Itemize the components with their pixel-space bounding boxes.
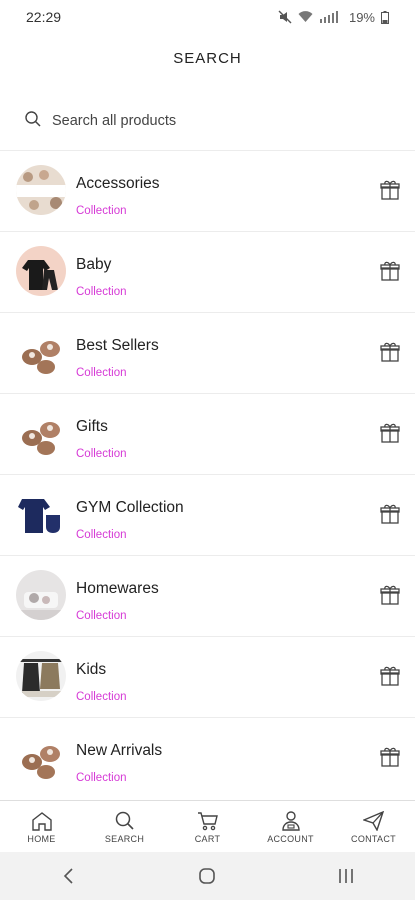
- collection-thumbnail: [16, 327, 66, 377]
- gift-icon[interactable]: [379, 584, 401, 606]
- search-bar[interactable]: [14, 104, 401, 138]
- home-icon: [31, 811, 53, 831]
- account-icon: [280, 810, 302, 831]
- back-icon[interactable]: [49, 861, 89, 891]
- collection-thumbnail: [16, 165, 66, 215]
- collection-subtitle: Collection: [76, 610, 127, 622]
- collection-thumbnail: [16, 246, 66, 296]
- nav-search[interactable]: SEARCH: [83, 801, 166, 853]
- collection-subtitle: Collection: [76, 205, 127, 217]
- collection-title: Gifts: [76, 418, 108, 435]
- system-nav-bar: [0, 852, 415, 900]
- battery-icon: [381, 10, 389, 24]
- gift-icon[interactable]: [379, 422, 401, 444]
- nav-cart-label: CART: [194, 833, 221, 844]
- nav-home-label: HOME: [27, 833, 56, 844]
- collection-subtitle: Collection: [76, 448, 127, 460]
- collection-title: Homewares: [76, 580, 159, 597]
- gift-icon[interactable]: [379, 665, 401, 687]
- page-title: SEARCH: [173, 50, 242, 67]
- status-time: 22:29: [26, 9, 62, 25]
- recent-apps-icon[interactable]: [326, 861, 366, 891]
- signal-icon: [319, 11, 343, 23]
- collection-row-baby[interactable]: Baby Collection: [0, 231, 415, 312]
- wifi-icon: [298, 11, 313, 23]
- collection-title: Baby: [76, 256, 112, 273]
- gift-icon[interactable]: [379, 746, 401, 768]
- nav-account-label: ACCOUNT: [267, 833, 314, 844]
- collection-row-gym[interactable]: GYM Collection Collection: [0, 474, 415, 555]
- mute-icon: [278, 10, 292, 24]
- collection-subtitle: Collection: [76, 367, 127, 379]
- collection-title: GYM Collection: [76, 499, 184, 516]
- gift-icon[interactable]: [379, 260, 401, 282]
- collection-thumbnail: [16, 732, 66, 782]
- send-icon: [362, 810, 385, 831]
- collection-subtitle: Collection: [76, 691, 127, 703]
- status-icons: 19%: [278, 10, 389, 25]
- gift-icon[interactable]: [379, 179, 401, 201]
- bottom-nav: HOME SEARCH CART ACCOUNT CONTACT: [0, 800, 415, 853]
- nav-contact-label: CONTACT: [351, 833, 396, 844]
- collection-row-gifts[interactable]: Gifts Collection: [0, 393, 415, 474]
- collection-title: Best Sellers: [76, 337, 159, 354]
- collection-subtitle: Collection: [76, 529, 127, 541]
- search-icon: [24, 110, 42, 133]
- collection-row-accessories[interactable]: Accessories Collection: [0, 150, 415, 231]
- collection-title: Kids: [76, 661, 107, 678]
- collection-subtitle: Collection: [76, 286, 127, 298]
- collection-thumbnail: [16, 408, 66, 458]
- search-input[interactable]: [52, 113, 352, 129]
- nav-contact[interactable]: CONTACT: [332, 801, 415, 853]
- collection-subtitle: Collection: [76, 772, 127, 784]
- collection-row-kids[interactable]: Kids Collection: [0, 636, 415, 717]
- collection-row-new-arrivals[interactable]: New Arrivals Collection: [0, 717, 415, 798]
- gift-icon[interactable]: [379, 503, 401, 525]
- nav-search-label: SEARCH: [104, 833, 145, 844]
- nav-cart[interactable]: CART: [166, 801, 249, 853]
- battery-text: 19%: [348, 9, 375, 25]
- status-bar: 22:29 19%: [0, 0, 415, 34]
- collection-list: Accessories Collection Baby Collection B…: [0, 150, 415, 798]
- cart-icon: [197, 811, 219, 831]
- collection-thumbnail: [16, 570, 66, 620]
- home-button-icon[interactable]: [187, 861, 227, 891]
- collection-title: New Arrivals: [76, 742, 163, 759]
- search-icon: [114, 811, 136, 831]
- collection-thumbnail: [16, 489, 66, 539]
- collection-row-best-sellers[interactable]: Best Sellers Collection: [0, 312, 415, 393]
- nav-home[interactable]: HOME: [0, 801, 83, 853]
- gift-icon[interactable]: [379, 341, 401, 363]
- collection-row-homewares[interactable]: Homewares Collection: [0, 555, 415, 636]
- nav-account[interactable]: ACCOUNT: [249, 801, 332, 853]
- collection-thumbnail: [16, 651, 66, 701]
- collection-title: Accessories: [76, 175, 160, 192]
